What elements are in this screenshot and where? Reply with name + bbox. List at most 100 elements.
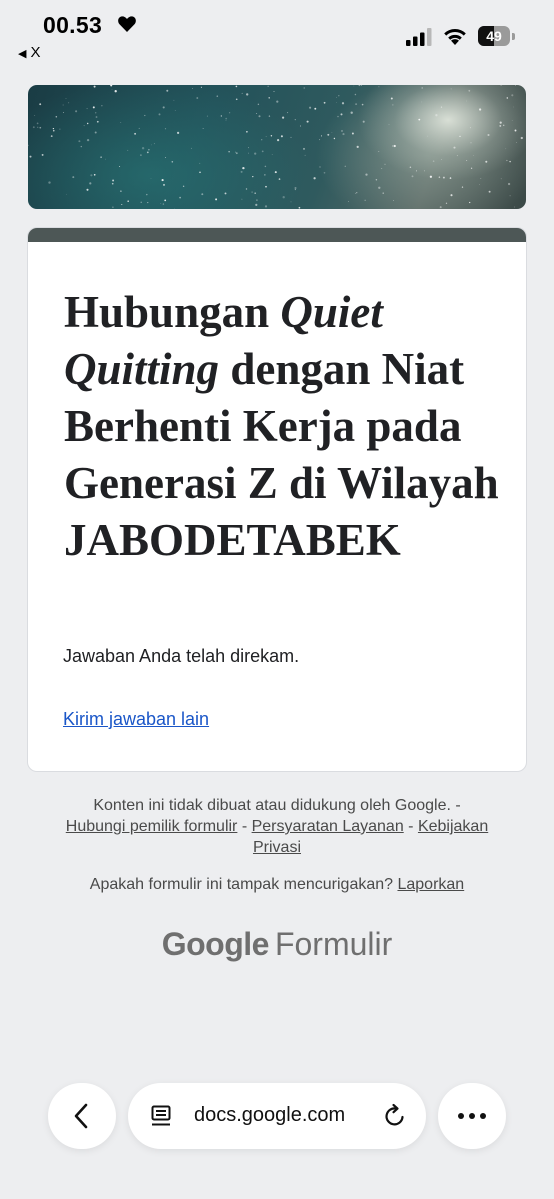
star <box>319 166 321 168</box>
star <box>393 200 394 201</box>
star <box>200 86 202 88</box>
star <box>461 186 464 188</box>
star <box>258 115 261 118</box>
star <box>160 203 162 204</box>
report-link[interactable]: Laporkan <box>397 876 464 893</box>
star <box>162 203 165 205</box>
star <box>450 88 452 90</box>
star <box>101 105 103 107</box>
star <box>224 192 227 195</box>
more-options-button[interactable] <box>438 1083 506 1149</box>
star <box>151 144 152 146</box>
star <box>441 159 443 160</box>
star <box>261 139 263 141</box>
star <box>120 122 122 124</box>
star <box>153 143 155 145</box>
back-app-label: X <box>30 44 41 61</box>
star <box>171 161 174 163</box>
star <box>421 87 423 89</box>
page-menu-icon[interactable] <box>150 1104 174 1128</box>
star <box>174 208 175 209</box>
star <box>111 89 113 90</box>
star <box>336 102 337 104</box>
star <box>228 151 230 153</box>
star <box>248 147 250 149</box>
star <box>120 190 122 192</box>
star <box>409 166 412 168</box>
star <box>382 192 384 194</box>
star <box>110 85 113 87</box>
star <box>52 127 55 130</box>
star <box>147 202 149 204</box>
star <box>228 112 231 114</box>
star <box>319 139 321 141</box>
star <box>146 193 148 196</box>
star <box>256 199 258 201</box>
contact-owner-link[interactable]: Hubungi pemilik formulir <box>66 818 238 835</box>
star <box>96 120 99 123</box>
star <box>87 122 89 125</box>
star <box>111 182 114 185</box>
star <box>478 183 480 185</box>
star <box>90 174 93 177</box>
star <box>39 126 42 129</box>
star <box>356 145 359 149</box>
star <box>93 85 96 88</box>
submit-another-response-link[interactable]: Kirim jawaban lain <box>63 709 209 730</box>
cellular-signal-icon <box>406 28 432 46</box>
star <box>75 110 78 113</box>
star <box>478 108 482 111</box>
star <box>66 193 67 195</box>
google-forms-logo[interactable]: Google Formulir <box>0 926 554 963</box>
battery-icon: 49 <box>478 26 516 46</box>
star <box>72 176 75 179</box>
brand-google: Google <box>161 926 270 962</box>
star <box>112 206 114 208</box>
star <box>144 114 146 117</box>
star <box>114 90 117 93</box>
star <box>245 188 248 190</box>
status-bar: 00.53 ◀ X 49 <box>0 0 554 70</box>
heart-icon <box>118 16 136 32</box>
star <box>134 132 137 135</box>
star <box>333 137 336 140</box>
star <box>62 112 64 113</box>
star <box>112 179 115 182</box>
star <box>248 152 250 154</box>
browser-back-button[interactable] <box>48 1083 116 1149</box>
star <box>378 86 380 88</box>
star <box>453 146 456 149</box>
star <box>469 201 471 204</box>
terms-link[interactable]: Persyaratan Layanan <box>252 818 404 835</box>
brand-forms: Formulir <box>274 926 393 962</box>
star <box>362 120 365 123</box>
star <box>235 152 238 155</box>
star <box>257 103 260 106</box>
star <box>140 154 142 156</box>
star <box>282 116 285 119</box>
star <box>427 135 429 137</box>
star <box>298 206 301 209</box>
star <box>89 182 92 185</box>
star <box>174 110 176 111</box>
star <box>360 85 362 86</box>
star <box>274 171 277 174</box>
star <box>119 165 121 168</box>
star <box>29 205 31 208</box>
star <box>37 126 39 128</box>
star <box>252 176 254 178</box>
star <box>241 198 243 200</box>
star <box>277 139 280 142</box>
star <box>350 111 353 114</box>
back-to-app-button[interactable]: ◀ X <box>18 44 40 61</box>
reload-icon[interactable] <box>382 1103 408 1129</box>
star <box>421 101 423 103</box>
address-bar[interactable]: docs.google.com <box>128 1083 426 1149</box>
star <box>507 182 511 186</box>
star <box>100 156 102 158</box>
star <box>273 90 275 93</box>
star <box>313 177 316 180</box>
star <box>499 121 502 124</box>
star <box>78 140 81 143</box>
star <box>68 102 70 104</box>
